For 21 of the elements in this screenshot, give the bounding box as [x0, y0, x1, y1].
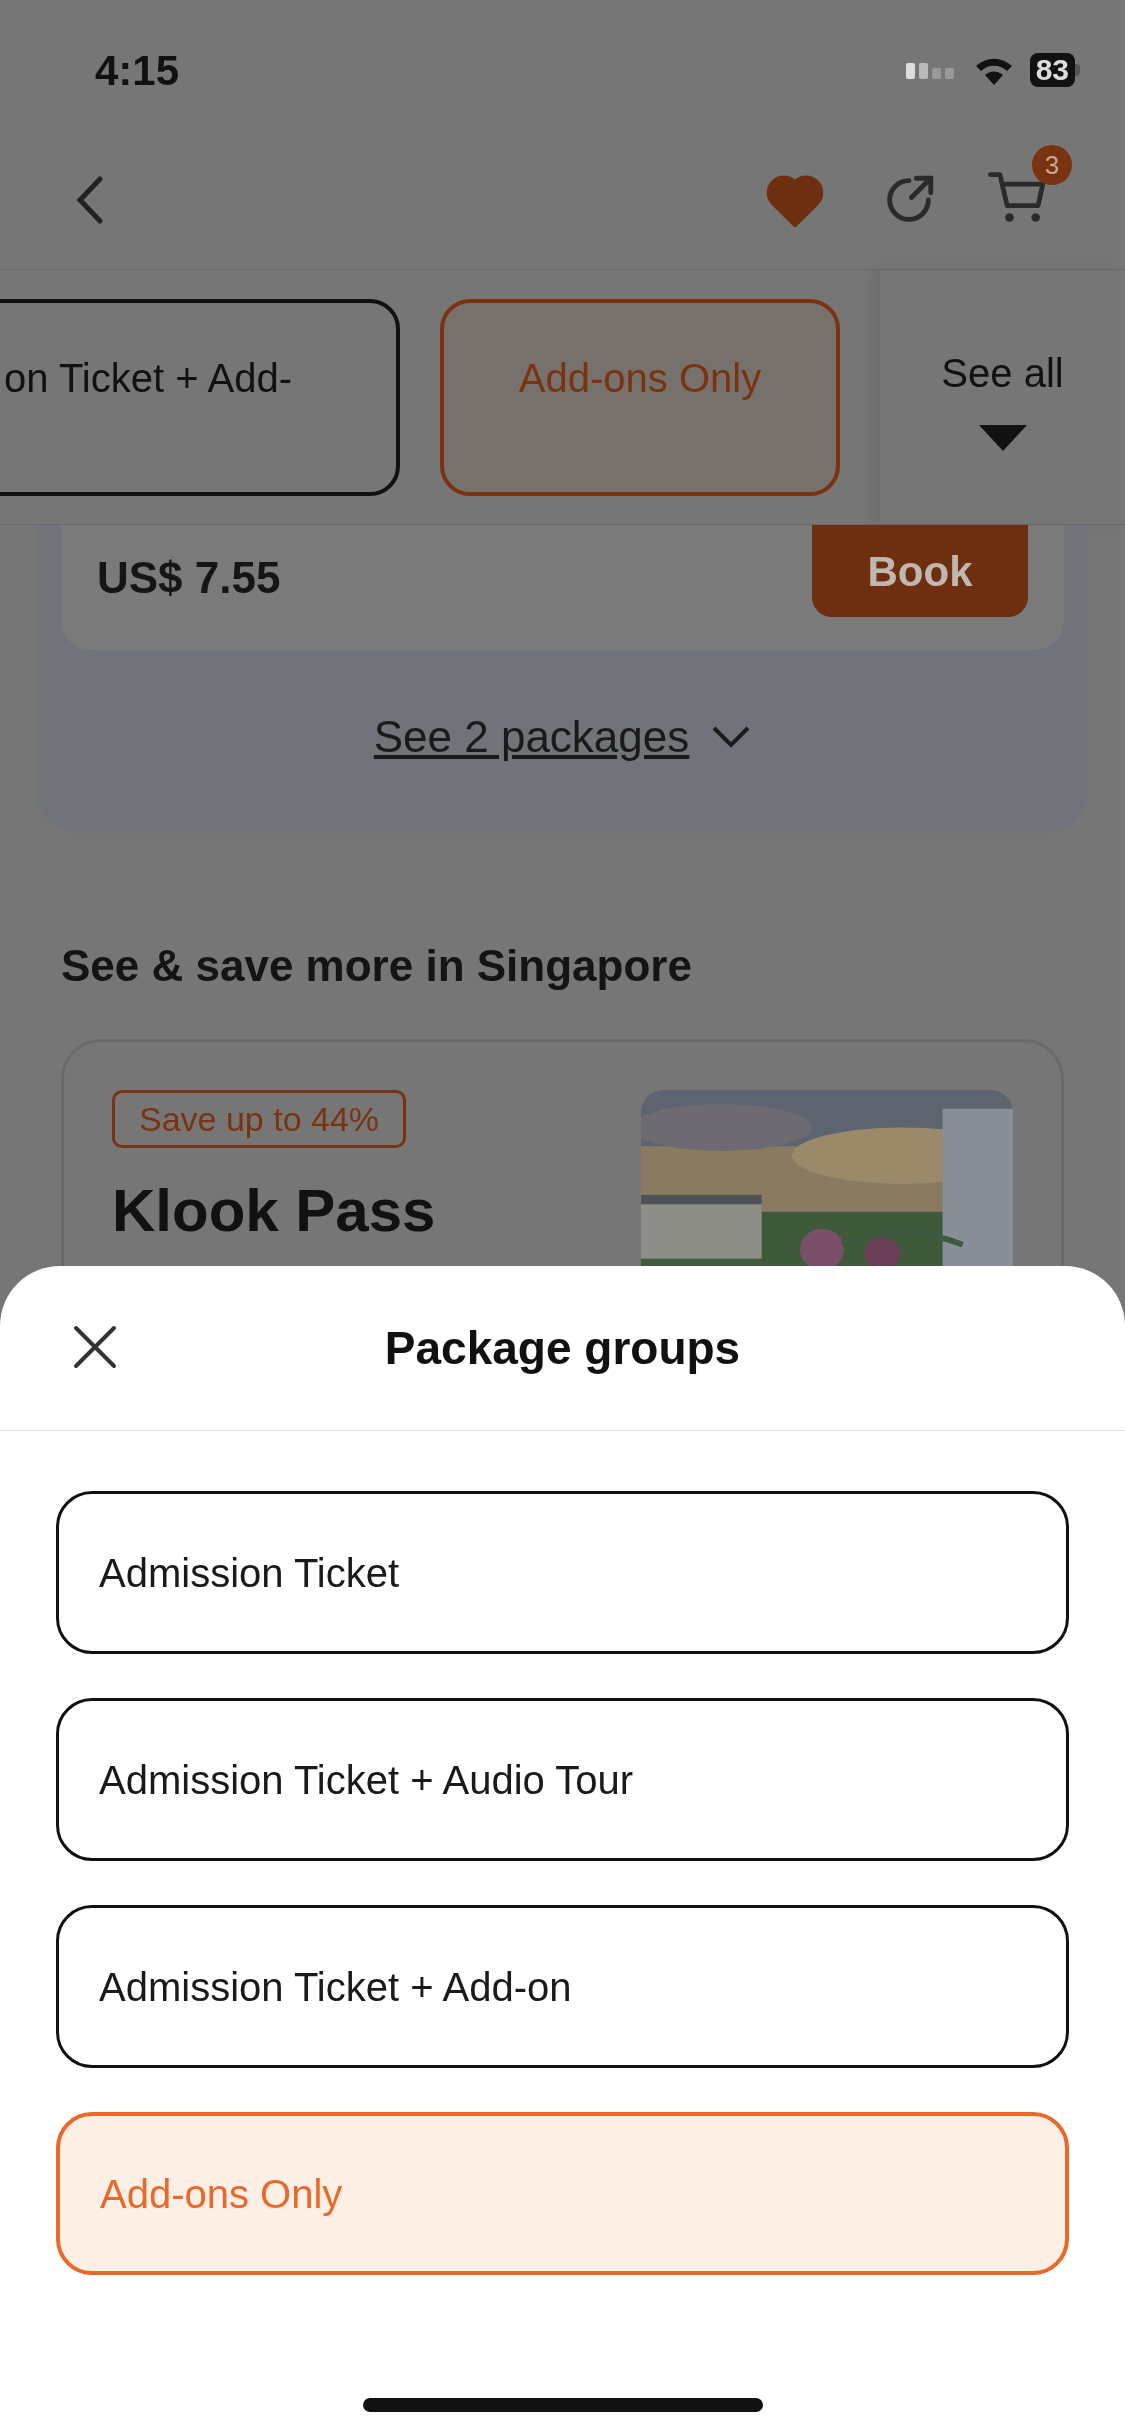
status-time: 4:15 — [95, 45, 180, 96]
cart-count-badge: 3 — [1032, 145, 1072, 185]
dropdown-triangle-icon — [978, 425, 1027, 451]
close-button[interactable] — [72, 1324, 118, 1370]
package-group-option[interactable]: Admission Ticket + Add-on — [56, 1905, 1069, 2068]
see-packages-link[interactable]: See 2 packages — [373, 703, 690, 770]
book-button[interactable]: Book — [812, 525, 1028, 617]
package-group-option[interactable]: Add-ons Only — [56, 2112, 1069, 2275]
discount-badge: Save up to 44% — [112, 1090, 407, 1148]
close-icon — [72, 1324, 118, 1370]
see-all-button[interactable]: See all — [880, 270, 1125, 524]
package-group-option[interactable]: Admission Ticket — [56, 1491, 1069, 1654]
promo-title: Klook Pass — [112, 1176, 436, 1246]
chevron-down-icon — [711, 724, 752, 749]
favorite-button[interactable] — [765, 172, 825, 227]
section-title: See & save more in Singapore — [61, 940, 693, 992]
back-button[interactable] — [75, 174, 105, 225]
package-price: US$ 7.55 — [97, 552, 281, 604]
package-group-tab[interactable]: on Ticket + Add- — [0, 298, 400, 496]
package-group-option[interactable]: Admission Ticket + Audio Tour — [56, 1698, 1069, 1861]
sheet-title: Package groups — [384, 1320, 741, 1376]
